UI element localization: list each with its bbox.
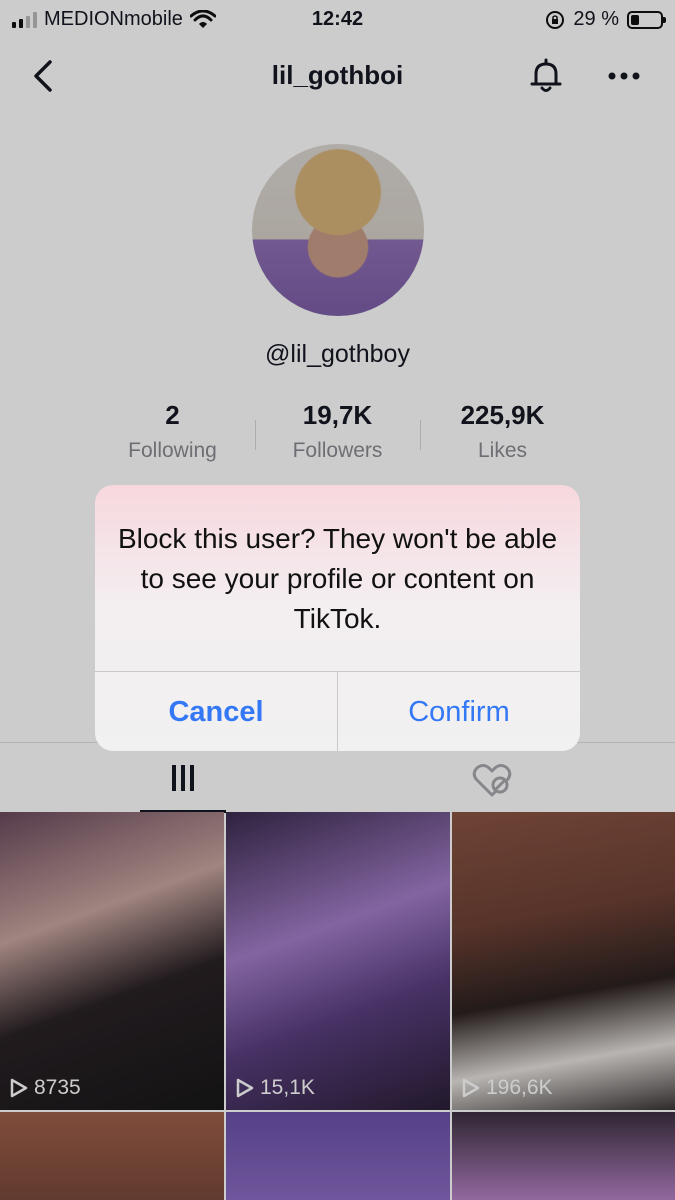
confirm-button[interactable]: Confirm [338, 672, 580, 751]
dialog-message: Block this user? They won't be able to s… [117, 523, 558, 634]
dialog-actions: Cancel Confirm [95, 671, 580, 751]
profile-page: MEDIONmobile 12:42 29 % lil_gothboi @lil… [0, 0, 675, 1200]
block-user-dialog: Block this user? They won't be able to s… [95, 485, 580, 751]
cancel-button[interactable]: Cancel [95, 672, 338, 751]
